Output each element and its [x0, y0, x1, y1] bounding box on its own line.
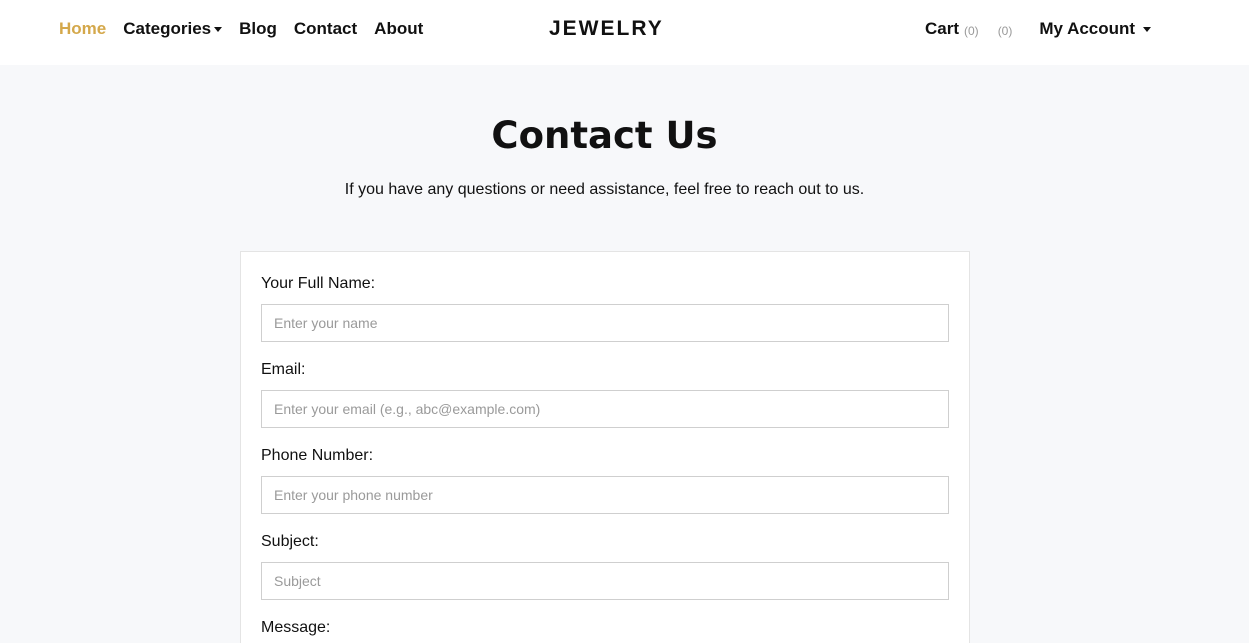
caret-down-icon [214, 27, 223, 32]
nav-categories-label: Categories [123, 19, 212, 38]
caret-down-icon [1143, 27, 1152, 32]
cart-count: (0) [964, 23, 979, 38]
email-input[interactable] [261, 390, 949, 428]
page-subtitle: If you have any questions or need assist… [344, 181, 865, 198]
phone-label: Phone Number: [261, 447, 374, 464]
name-label: Your Full Name: [261, 275, 376, 292]
message-label: Message: [261, 619, 331, 636]
my-account-dropdown[interactable]: My Account [1039, 19, 1152, 39]
contact-form: Your Full Name: Email: Phone Number: Sub… [240, 251, 970, 643]
phone-input[interactable] [261, 476, 949, 514]
brand-logo[interactable]: JEWELRY [549, 17, 664, 41]
subject-input[interactable] [261, 562, 949, 600]
cart-link[interactable]: Cart [925, 19, 959, 39]
nav-categories-dropdown[interactable]: Categories [123, 19, 223, 39]
main-nav: Home Categories Blog Contact About [59, 19, 440, 39]
nav-home-link[interactable]: Home [59, 19, 106, 39]
nav-contact-link[interactable]: Contact [294, 19, 357, 39]
nav-right: Cart (0) (0) My Account [925, 19, 1152, 39]
subject-label: Subject: [261, 533, 319, 550]
wishlist-count[interactable]: (0) [998, 24, 1013, 38]
top-navbar: Home Categories Blog Contact About JEWEL… [0, 0, 1249, 65]
nav-about-link[interactable]: About [374, 19, 423, 39]
page-title: Contact Us [491, 114, 718, 157]
name-input[interactable] [261, 304, 949, 342]
my-account-label: My Account [1039, 19, 1136, 38]
email-label: Email: [261, 361, 306, 378]
nav-blog-link[interactable]: Blog [239, 19, 277, 39]
